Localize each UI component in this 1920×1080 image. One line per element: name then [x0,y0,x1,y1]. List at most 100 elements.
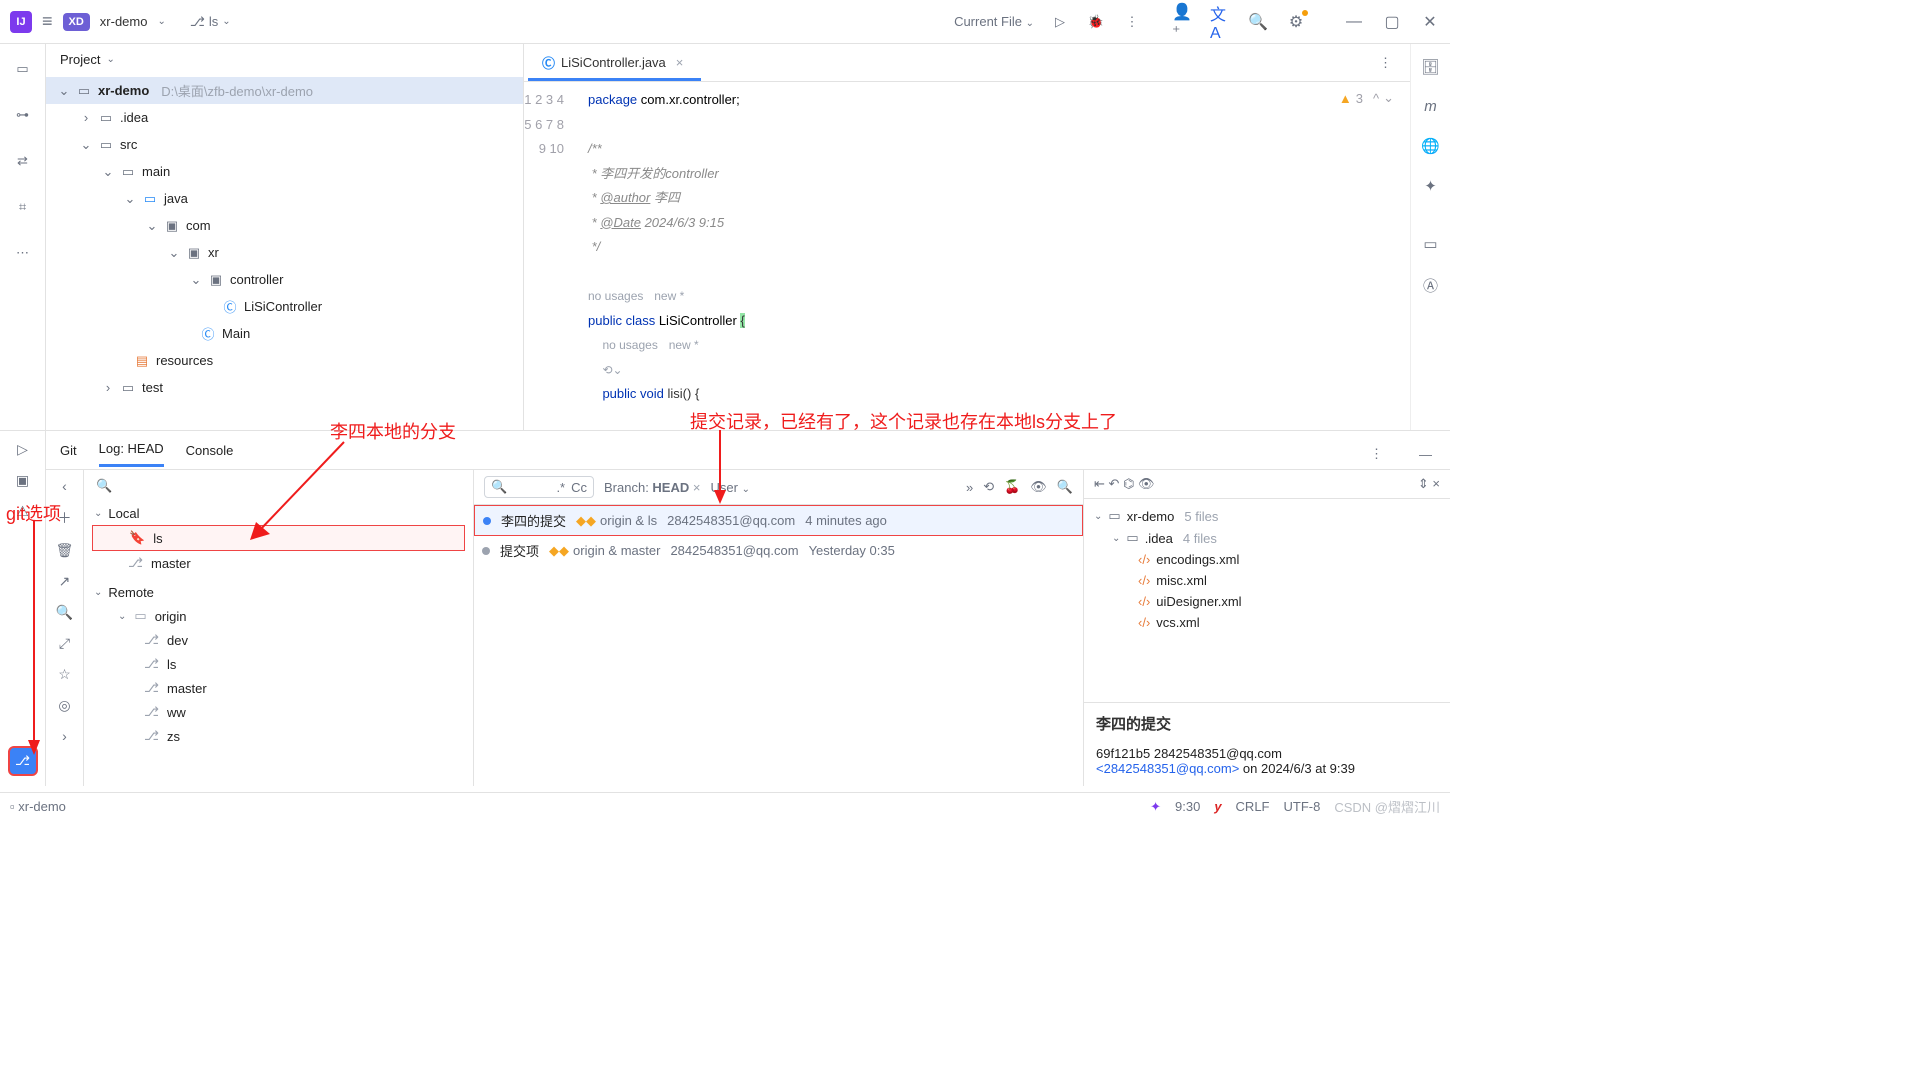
more-filters-icon[interactable]: » [966,480,973,495]
structure-icon[interactable]: ⌗ [12,196,34,218]
code-body[interactable]: package com.xr.controller; /** * 李四开发的co… [578,82,1406,430]
tree-item-test[interactable]: ›▭test [46,374,523,401]
code-with-me-icon[interactable]: 👤⁺ [1172,12,1192,32]
chevron-up-icon[interactable]: ^ [1373,91,1379,106]
commit-tool-icon[interactable]: ⊶ [12,104,34,126]
ai-status-icon[interactable]: ✦ [1150,799,1161,815]
run-icon[interactable]: ▷ [1050,12,1070,32]
project-badge[interactable]: XD [63,13,90,31]
code-editor[interactable]: ▲ 3 ^ ⌄ 1 2 3 4 5 6 7 8 9 10 package com… [524,82,1450,430]
branch-origin[interactable]: ⌄▭origin [92,604,465,628]
ai-icon[interactable]: ✦ [1424,177,1437,195]
maven-icon[interactable]: m [1424,98,1437,115]
commit-row[interactable]: 提交项 ◆◆origin & master 2842548351@qq.com … [474,536,1083,565]
chevron-down-icon[interactable]: ⌄ [157,16,165,27]
debug-icon[interactable]: 🐞 [1086,12,1106,32]
close-icon[interactable]: × [1432,476,1440,491]
database-icon[interactable]: 🗄 [1421,58,1440,76]
maximize-icon[interactable]: ▢ [1382,12,1402,32]
diff-icon[interactable]: ⤢ [59,635,70,652]
file-tree-root[interactable]: ⌄▭xr-demo5 files [1094,505,1440,527]
run-tool-icon[interactable]: ▷ [17,441,28,458]
file-tree-item[interactable]: ‹/›encodings.xml [1094,549,1440,570]
minimize-icon[interactable]: — [1344,12,1364,32]
star-icon[interactable]: ☆ [58,666,71,683]
globe-icon[interactable]: 🌐 [1421,137,1440,155]
expand-icon[interactable]: › [62,728,67,744]
bookmark-icon[interactable]: ▭ [1423,235,1437,253]
cherry-pick-icon[interactable]: 🍒 [1004,479,1020,495]
panel-more-icon[interactable]: ⋮ [1370,446,1383,462]
editor-tab[interactable]: Ⓒ LiSiController.java × [538,53,687,72]
search-icon[interactable]: 🔍 [1248,12,1268,32]
tab-more-icon[interactable]: ⋮ [1379,55,1392,71]
eye-icon[interactable]: 👁 [1138,476,1155,491]
search-icon[interactable]: 🔍 [56,604,73,621]
branch-group-remote[interactable]: ⌄Remote [92,581,465,604]
project-name[interactable]: xr-demo [100,14,148,29]
tree-root[interactable]: ⌄▭ xr-demo D:\桌面\zfb-demo\xr-demo [46,77,523,104]
branch-origin-ls[interactable]: ⎇ls [92,652,465,676]
collapse-icon[interactable]: ‹ [62,478,67,494]
translate-icon[interactable]: 文A [1210,12,1230,32]
tree-item-main[interactable]: ⌄▭main [46,158,523,185]
tree-item-controller[interactable]: ⌄▣controller [46,266,523,293]
commit-email-link[interactable]: <2842548351@qq.com> [1096,761,1239,776]
chevron-down-icon[interactable]: ⌄ [1383,90,1394,106]
module-indicator[interactable]: ▫ xr-demo [10,799,66,814]
close-icon[interactable]: ✕ [1420,12,1440,32]
tree-item-com[interactable]: ⌄▣com [46,212,523,239]
tree-item-idea[interactable]: ›▭.idea [46,104,523,131]
branch-origin-dev[interactable]: ⎇dev [92,628,465,652]
search-icon[interactable]: 🔍 [1057,479,1073,495]
branch-selector[interactable]: ⎇ ls ⌄ [190,14,231,30]
assistant-icon[interactable]: Ⓐ [1423,275,1438,296]
encoding[interactable]: UTF-8 [1284,799,1321,814]
file-tree-item[interactable]: ‹/›uiDesigner.xml [1094,591,1440,612]
file-tree-item[interactable]: ‹/›misc.xml [1094,570,1440,591]
pull-requests-icon[interactable]: ⇄ [12,150,34,172]
terminal-icon[interactable]: ▣ [16,472,29,489]
tab-git[interactable]: Git [60,443,77,466]
status-y-icon[interactable]: y [1214,799,1221,814]
tree-label: java [164,191,188,206]
close-tab-icon[interactable]: × [676,55,684,70]
hamburger-icon[interactable]: ≡ [42,11,53,32]
branch-origin-master[interactable]: ⎇master [92,676,465,700]
push-icon[interactable]: ↗ [59,573,71,590]
tree-item-src[interactable]: ⌄▭src [46,131,523,158]
branch-filter[interactable]: Branch: HEAD × [604,480,700,495]
panel-minimize-icon[interactable]: — [1419,447,1432,462]
nav-icon[interactable]: ⇤ [1094,476,1105,491]
tab-console[interactable]: Console [186,443,234,466]
file-tree-item[interactable]: ‹/›vcs.xml [1094,612,1440,633]
delete-icon[interactable]: 🗑 [56,542,74,559]
project-panel-header[interactable]: Project ⌄ [46,44,523,75]
line-sep[interactable]: CRLF [1236,799,1270,814]
run-config[interactable]: Current File ⌄ [954,14,1034,29]
tree-item-resources[interactable]: ▤resources [46,347,523,374]
branch-origin-zs[interactable]: ⎇zs [92,724,465,748]
tree-item-xr[interactable]: ⌄▣xr [46,239,523,266]
branch-origin-ww[interactable]: ⎇ww [92,700,465,724]
eye-icon[interactable]: 👁 [1030,479,1047,495]
tree-item-lisi[interactable]: ⒸLiSiController [46,293,523,320]
branch-master[interactable]: ⎇master [92,551,465,575]
more-tool-icon[interactable]: ⋯ [12,242,34,264]
tree-item-java[interactable]: ⌄▭java [46,185,523,212]
target-icon[interactable]: ◎ [58,697,70,714]
project-tool-icon[interactable]: ▭ [12,58,34,80]
commit-search-input[interactable]: 🔍.*Cc [484,476,594,498]
inspection-badge[interactable]: ▲ 3 ^ ⌄ [1339,90,1394,106]
commit-row[interactable]: 李四的提交 ◆◆origin & ls 2842548351@qq.com 4 … [474,505,1083,536]
undo-icon[interactable]: ↶ [1109,476,1120,491]
file-tree-idea[interactable]: ⌄▭.idea4 files [1094,527,1440,549]
more-icon[interactable]: ⋮ [1122,12,1142,32]
expand-icon[interactable]: ⇕ [1418,476,1429,491]
tree-icon[interactable]: ⌬ [1123,476,1134,491]
settings-icon[interactable]: ⚙ [1286,12,1306,32]
tab-log[interactable]: Log: HEAD [99,441,164,467]
refresh-icon[interactable]: ⟲ [983,479,994,495]
tree-item-main-class[interactable]: ⒸMain [46,320,523,347]
branch-icon: ⎇ [190,14,205,30]
